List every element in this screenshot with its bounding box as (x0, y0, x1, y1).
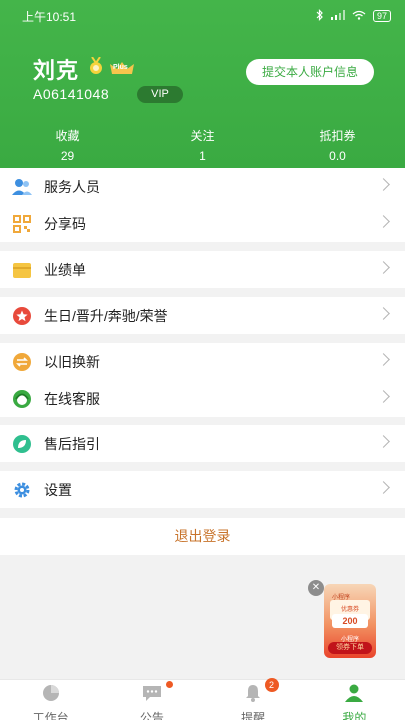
promo-amount: 200 (332, 614, 368, 628)
menu-group-settings: 设置 (0, 471, 405, 508)
menu-item-label: 以旧换新 (44, 353, 100, 370)
person-icon (344, 684, 364, 707)
menu-item-performance[interactable]: 业绩单 (0, 251, 405, 288)
wifi-icon (352, 10, 366, 23)
leaf-icon (12, 434, 32, 454)
star-badge-icon (12, 306, 32, 326)
stat-value: 29 (60, 149, 75, 163)
stat-favorites[interactable]: 收藏 29 (0, 126, 135, 166)
tab-mine[interactable]: 我的 (304, 680, 405, 720)
gear-icon (12, 480, 32, 500)
tab-label: 提醒 (241, 711, 266, 720)
unread-dot (166, 681, 174, 688)
folder-icon (12, 260, 32, 280)
bell-icon (244, 684, 262, 707)
user-name: 刘克 (33, 58, 80, 83)
menu-item-label: 生日/晋升/奔驰/荣誉 (44, 307, 168, 324)
vip-badge: VIP (137, 86, 183, 103)
promo-coupon-label: 优惠券 (340, 607, 359, 613)
chevron-right-icon (377, 481, 390, 494)
stat-following[interactable]: 关注 1 (135, 126, 270, 166)
stat-value: 0.0 (329, 149, 346, 163)
menu-item-trade-in[interactable]: 以旧换新 (0, 343, 405, 380)
plus-label: Plus (113, 63, 128, 71)
bluetooth-icon (316, 8, 324, 24)
promo-card[interactable]: 优惠券 小程序 200 小程序 领券下单 (324, 584, 376, 658)
stat-label: 收藏 (55, 129, 80, 143)
submit-account-info-button[interactable]: 提交本人账户信息 (246, 59, 374, 85)
stats-row: 收藏 29 关注 1 抵扣券 0.0 (0, 126, 405, 166)
tab-reminders[interactable]: 2 提醒 (203, 678, 304, 720)
chevron-right-icon (377, 390, 390, 403)
promo-cta: 领券下单 (328, 642, 372, 654)
stat-coupons[interactable]: 抵扣券 0.0 (270, 126, 405, 166)
menu-item-label: 在线客服 (44, 390, 100, 407)
menu-item-share-code[interactable]: 分享码 (0, 205, 405, 242)
stat-label: 抵扣券 (319, 129, 356, 143)
menu-item-label: 设置 (44, 481, 72, 498)
people-icon (12, 177, 32, 197)
menu-item-label: 售后指引 (44, 435, 100, 452)
menu-group-performance: 业绩单 (0, 251, 405, 288)
menu-group-service: 以旧换新 在线客服 (0, 343, 405, 417)
bottom-tab-bar: 工作台 公告 2 提醒 我的 (0, 678, 405, 720)
account-id: A06141048 (33, 86, 110, 102)
close-icon[interactable]: ✕ (308, 580, 324, 596)
user-badges: Plus (88, 56, 136, 80)
qr-code-icon (12, 214, 32, 234)
signal-icon (330, 9, 345, 23)
crown-plus-icon: Plus (108, 60, 136, 78)
menu-item-online-service[interactable]: 在线客服 (0, 380, 405, 417)
chevron-right-icon (377, 215, 390, 228)
customer-service-icon (12, 389, 32, 409)
tab-announcements[interactable]: 公告 (101, 680, 202, 720)
status-bar: 上午10:51 97 (0, 0, 405, 32)
exchange-icon (12, 352, 32, 372)
medal-icon (88, 56, 104, 80)
tab-label: 公告 (139, 711, 164, 720)
tab-workbench[interactable]: 工作台 (0, 680, 101, 720)
tab-label: 工作台 (32, 711, 69, 720)
pie-chart-icon (41, 684, 61, 707)
menu-item-label: 分享码 (44, 215, 86, 232)
menu-group-staff: 服务人员 分享码 (0, 168, 405, 242)
battery-icon: 97 (372, 10, 391, 22)
chevron-right-icon (377, 178, 390, 191)
menu-item-after-sales[interactable]: 售后指引 (0, 425, 405, 462)
chevron-right-icon (377, 353, 390, 366)
status-icons: 97 (316, 8, 391, 24)
menu-item-service-staff[interactable]: 服务人员 (0, 168, 405, 205)
menu-item-label: 业绩单 (44, 261, 86, 278)
promo-coupon-float[interactable]: 优惠券 小程序 200 小程序 领券下单 ✕ (308, 580, 378, 660)
chat-icon (142, 684, 162, 707)
chevron-right-icon (377, 307, 390, 320)
menu-item-settings[interactable]: 设置 (0, 471, 405, 508)
logout-button[interactable]: 退出登录 (0, 518, 405, 555)
menu-group-honors: 生日/晋升/奔驰/荣誉 (0, 297, 405, 334)
reminder-count-badge: 2 (264, 678, 279, 692)
menu-item-label: 服务人员 (44, 178, 100, 195)
status-time: 上午10:51 (22, 9, 77, 24)
stat-label: 关注 (190, 129, 215, 143)
chevron-right-icon (377, 435, 390, 448)
tab-label: 我的 (342, 711, 367, 720)
promo-coupon-title: 小程序 (332, 595, 351, 601)
profile-header: 上午10:51 97 刘克 Plus A06141048 VIP 提交本人账户信… (0, 0, 405, 168)
stat-value: 1 (199, 149, 206, 163)
menu-item-birthday-honors[interactable]: 生日/晋升/奔驰/荣誉 (0, 297, 405, 334)
chevron-right-icon (377, 261, 390, 274)
menu-group-after-sales: 售后指引 (0, 425, 405, 462)
